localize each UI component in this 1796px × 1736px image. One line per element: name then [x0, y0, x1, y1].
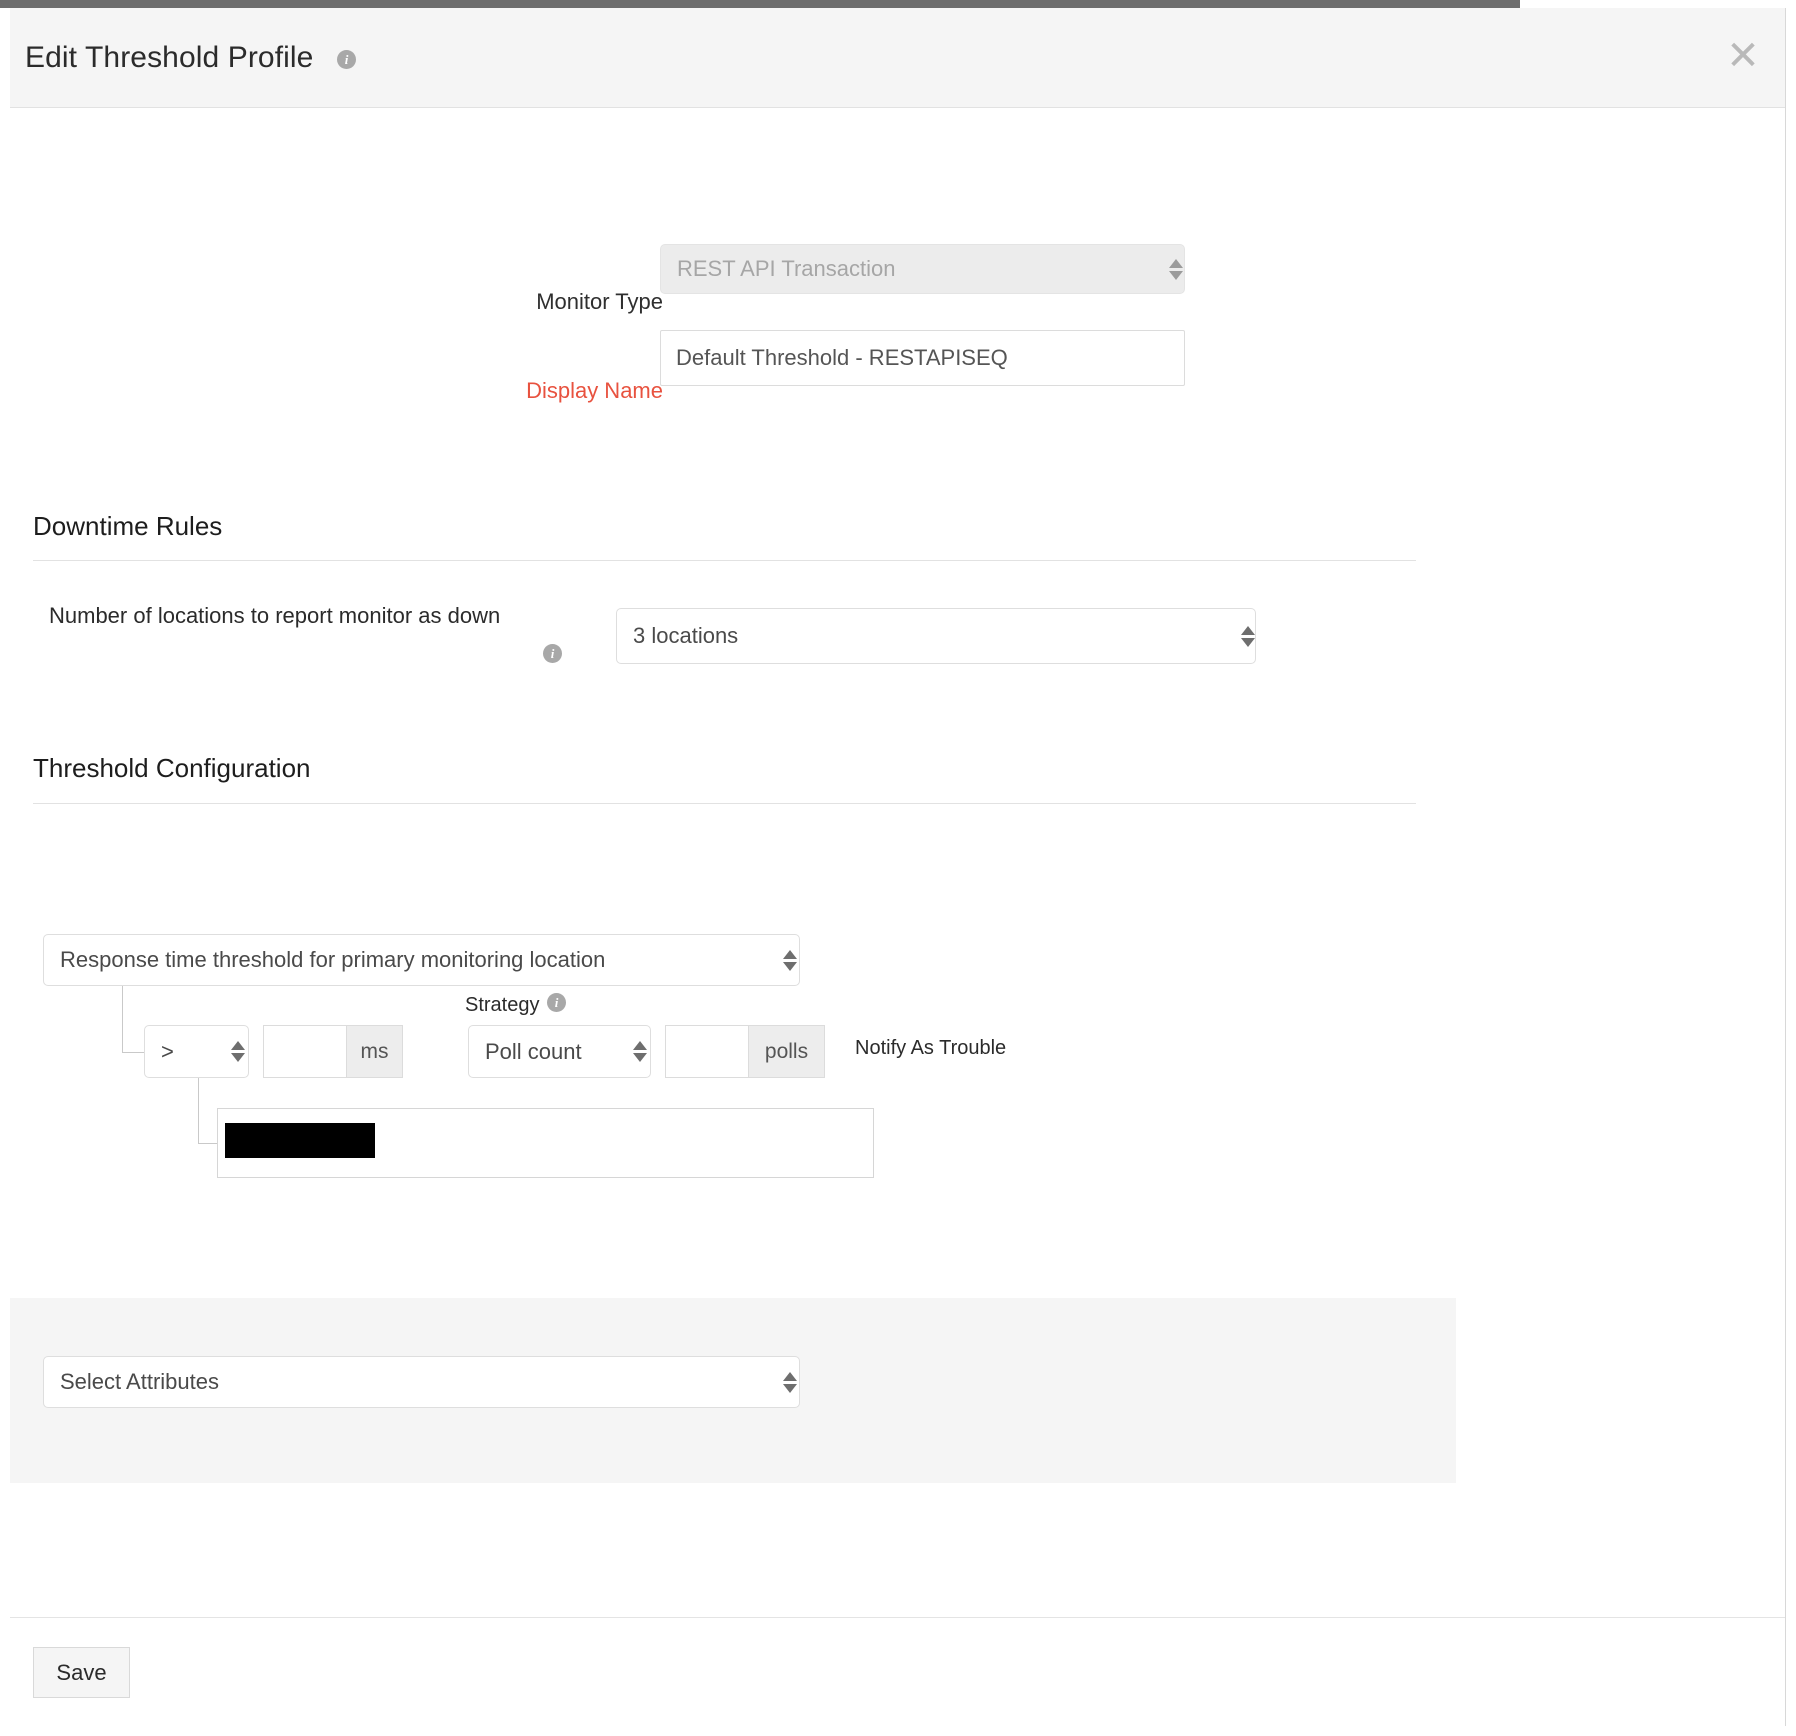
save-button[interactable]: Save [33, 1647, 130, 1698]
tree-connector-vertical-2 [198, 1078, 199, 1143]
close-icon[interactable]: ✕ [1723, 36, 1763, 78]
notify-as-trouble-label: Notify As Trouble [855, 1037, 1007, 1059]
threshold-value-input[interactable] [263, 1025, 347, 1078]
poll-count-input[interactable] [665, 1025, 749, 1078]
modal-body: Monitor Type REST API Transaction Displa… [10, 108, 1785, 1618]
threshold-unit-ms: ms [347, 1025, 403, 1078]
tree-connector-vertical [122, 986, 123, 1052]
modal-footer: Save [10, 1617, 1785, 1726]
poll-unit-polls: polls [749, 1025, 825, 1078]
display-name-label: Display Name [526, 378, 663, 403]
strategy-value: Poll count [485, 1038, 582, 1064]
tree-connector-horizontal-2 [198, 1143, 218, 1144]
select-attributes-dropdown[interactable]: Select Attributes [43, 1356, 800, 1408]
page-title: Edit Threshold Profile [25, 41, 314, 74]
locations-label: Number of locations to report monitor as… [49, 603, 501, 628]
strategy-label: Strategy [465, 994, 540, 1016]
monitor-type-value: REST API Transaction [677, 256, 896, 281]
operator-value: > [161, 1038, 174, 1064]
modal-header: Edit Threshold Profile i ✕ [10, 8, 1785, 108]
strategy-info-icon[interactable]: i [547, 993, 566, 1012]
locations-info-icon[interactable]: i [543, 644, 562, 663]
strategy-select[interactable]: Poll count [468, 1025, 651, 1078]
operator-select[interactable]: > [144, 1025, 249, 1078]
locations-value: 3 locations [633, 623, 739, 648]
downtime-rules-divider [33, 560, 1416, 561]
downtime-rules-heading: Downtime Rules [33, 511, 223, 541]
threshold-configuration-heading: Threshold Configuration [33, 753, 311, 783]
redacted-value [225, 1123, 375, 1158]
locations-select[interactable]: 3 locations [616, 608, 1256, 664]
tree-connector-horizontal [122, 1052, 144, 1053]
critical-threshold-field[interactable] [217, 1108, 874, 1178]
info-icon[interactable]: i [337, 50, 356, 69]
chrome-gap [1520, 0, 1796, 8]
metric-value: Response time threshold for primary moni… [60, 947, 606, 972]
monitor-type-select[interactable]: REST API Transaction [660, 244, 1185, 294]
edit-threshold-profile-modal: Edit Threshold Profile i ✕ Monitor Type … [10, 8, 1786, 1726]
display-name-field[interactable]: Default Threshold - RESTAPISEQ [660, 330, 1185, 386]
monitor-type-label: Monitor Type [536, 289, 663, 314]
metric-select[interactable]: Response time threshold for primary moni… [43, 934, 800, 986]
select-attributes-value: Select Attributes [60, 1369, 219, 1394]
edit-threshold-profile-page: Edit Threshold Profile i ✕ Monitor Type … [0, 0, 1796, 1736]
threshold-configuration-divider [33, 803, 1416, 804]
display-name-value: Default Threshold - RESTAPISEQ [676, 345, 1008, 370]
